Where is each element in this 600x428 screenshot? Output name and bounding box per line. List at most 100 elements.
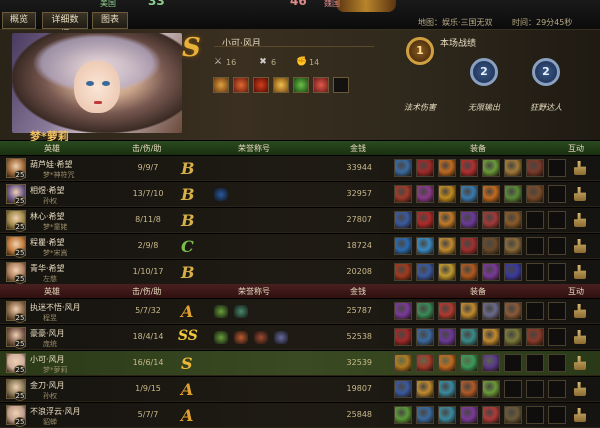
kda-value: 1/9/15 [135, 384, 161, 393]
player-row[interactable]: 25 执迷不悟·风月 程昱 5/7/32 A 25787 [0, 299, 600, 324]
item-icon[interactable] [416, 237, 434, 255]
item-icon[interactable] [482, 354, 500, 372]
hero-name: 孙权 [43, 197, 57, 205]
player-row[interactable]: 25 豪豪·风月 庞统 18/4/14 SS 52538 [0, 325, 600, 350]
item-icon[interactable] [416, 211, 434, 229]
item-icon[interactable] [482, 263, 500, 281]
player-row[interactable]: 25 青华·希望 左慈 1/10/17 B 20208 [0, 260, 600, 285]
like-button-icon[interactable] [574, 161, 586, 175]
item-icon[interactable] [416, 185, 434, 203]
item-icon[interactable] [416, 328, 434, 346]
item-icon[interactable] [416, 302, 434, 320]
item-icon[interactable] [438, 159, 456, 177]
like-button-icon[interactable] [574, 382, 586, 396]
item-icon[interactable] [460, 263, 478, 281]
item-icon[interactable] [460, 237, 478, 255]
item-icon[interactable] [482, 302, 500, 320]
skill-icon [233, 77, 249, 93]
item-icon[interactable] [438, 380, 456, 398]
like-button-icon[interactable] [574, 239, 586, 253]
portrait-eye [86, 81, 94, 86]
item-icon[interactable] [460, 380, 478, 398]
item-icon[interactable] [416, 159, 434, 177]
item-icon[interactable] [394, 263, 412, 281]
item-icon[interactable] [394, 328, 412, 346]
item-icon[interactable] [416, 354, 434, 372]
like-button-icon[interactable] [574, 265, 586, 279]
item-icon[interactable] [460, 406, 478, 424]
item-icon[interactable] [526, 328, 544, 346]
item-icon[interactable] [504, 263, 522, 281]
item-icon[interactable] [460, 328, 478, 346]
player-row[interactable]: 25 金刀·风月 孙权 1/9/15 A 19807 [0, 377, 600, 402]
item-icon[interactable] [438, 328, 456, 346]
equipment-row [394, 263, 566, 281]
item-icon[interactable] [504, 406, 522, 424]
item-icon[interactable] [504, 237, 522, 255]
item-icon[interactable] [438, 263, 456, 281]
player-row[interactable]: 25 小可·风月 梦*萝莉 16/6/14 S 32539 [0, 351, 600, 376]
item-icon[interactable] [504, 328, 522, 346]
player-row[interactable]: 25 林心·希望 梦*童姥 8/11/8 B 27807 [0, 208, 600, 233]
item-icon[interactable] [438, 211, 456, 229]
item-icon[interactable] [504, 302, 522, 320]
player-row[interactable]: 25 不浪浮云·风月 貂蝉 5/7/7 A 25848 [0, 403, 600, 428]
item-slot-empty [548, 302, 566, 320]
like-button-icon[interactable] [574, 330, 586, 344]
item-icon[interactable] [504, 185, 522, 203]
item-icon[interactable] [482, 211, 500, 229]
item-icon[interactable] [526, 185, 544, 203]
item-icon[interactable] [394, 211, 412, 229]
item-icon[interactable] [460, 354, 478, 372]
item-icon[interactable] [394, 237, 412, 255]
item-icon[interactable] [394, 159, 412, 177]
item-icon[interactable] [482, 328, 500, 346]
item-icon[interactable] [460, 302, 478, 320]
like-button-icon[interactable] [574, 213, 586, 227]
item-icon[interactable] [482, 159, 500, 177]
item-icon[interactable] [526, 159, 544, 177]
player-name: 相煜·希望 [30, 186, 65, 195]
header-equip: 装备 [470, 144, 486, 153]
item-icon[interactable] [504, 159, 522, 177]
item-icon[interactable] [416, 406, 434, 424]
like-button-icon[interactable] [574, 304, 586, 318]
tab-charts[interactable]: 图表 [92, 12, 128, 29]
item-icon[interactable] [394, 302, 412, 320]
gold-value: 18724 [346, 241, 372, 250]
player-row[interactable]: 25 程瞿·希望 梦*宋嵩 2/9/8 C 18724 [0, 234, 600, 259]
item-icon[interactable] [438, 354, 456, 372]
item-icon[interactable] [438, 302, 456, 320]
item-icon[interactable] [394, 380, 412, 398]
tab-detail-data[interactable]: 详细数据 [42, 12, 88, 40]
player-row[interactable]: 25 葫芦娃·希望 梦*神符咒 9/9/7 B 33944 [0, 156, 600, 181]
player-row[interactable]: 25 相煜·希望 孙权 13/7/10 B 32957 [0, 182, 600, 207]
item-icon[interactable] [416, 263, 434, 281]
item-icon[interactable] [482, 406, 500, 424]
like-button-icon[interactable] [574, 356, 586, 370]
item-icon[interactable] [482, 380, 500, 398]
honor-icon [214, 331, 228, 344]
item-icon[interactable] [394, 354, 412, 372]
player-name: 程瞿·希望 [30, 238, 65, 247]
item-icon[interactable] [460, 185, 478, 203]
item-icon[interactable] [482, 185, 500, 203]
item-icon[interactable] [438, 237, 456, 255]
medal-icon: 2 [526, 58, 566, 94]
item-icon[interactable] [394, 406, 412, 424]
item-icon[interactable] [482, 237, 500, 255]
tab-overview[interactable]: 概览 [2, 12, 36, 29]
item-icon[interactable] [394, 185, 412, 203]
like-button-icon[interactable] [574, 408, 586, 422]
item-slot-empty [548, 211, 566, 229]
item-icon[interactable] [438, 185, 456, 203]
item-icon[interactable] [416, 380, 434, 398]
like-button-icon[interactable] [574, 187, 586, 201]
item-icon[interactable] [504, 211, 522, 229]
item-slot-empty [548, 263, 566, 281]
equipment-row [394, 185, 566, 203]
item-icon[interactable] [438, 406, 456, 424]
item-icon[interactable] [460, 159, 478, 177]
skill-icon [293, 77, 309, 93]
item-icon[interactable] [460, 211, 478, 229]
